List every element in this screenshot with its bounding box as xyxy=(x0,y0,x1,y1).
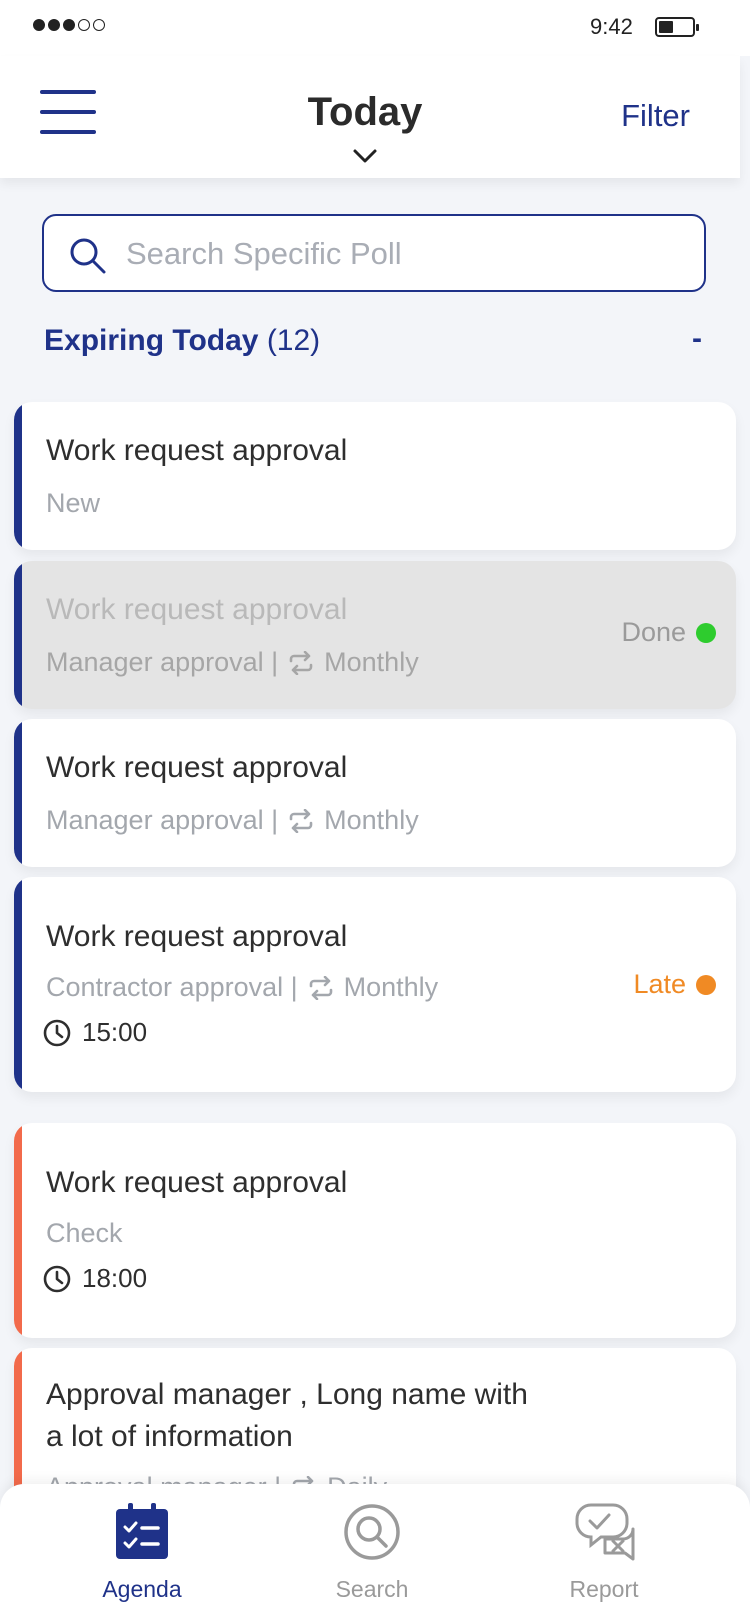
tab-search[interactable]: Search xyxy=(292,1500,452,1603)
card-accent-bar xyxy=(14,719,22,867)
card-title: Work request approval xyxy=(46,434,348,467)
card-recurrence: Monthly xyxy=(324,647,419,677)
card-time-text: 15:00 xyxy=(82,1017,148,1047)
status-dot xyxy=(696,622,716,643)
app-header: Today Filter xyxy=(0,56,740,178)
tab-label: Agenda xyxy=(102,1576,182,1602)
task-card-done[interactable]: Work request approval Manager approval |… xyxy=(14,561,736,709)
report-icon xyxy=(575,1503,635,1561)
task-card[interactable]: Work request approval Check 18:00 xyxy=(14,1123,736,1338)
search-input[interactable] xyxy=(126,230,686,278)
card-time: 18:00 xyxy=(42,1263,147,1294)
search-icon xyxy=(70,238,106,274)
card-time: 15:00 xyxy=(42,1017,147,1048)
status-badge: Done xyxy=(621,617,716,648)
card-subtitle: Check xyxy=(46,1218,123,1249)
tab-report[interactable]: Report xyxy=(524,1500,684,1603)
tab-agenda[interactable]: Agenda xyxy=(62,1500,222,1603)
status-label: Done xyxy=(621,617,686,647)
task-card-late[interactable]: Work request approval Contractor approva… xyxy=(14,877,736,1092)
signal-strength-icon xyxy=(33,19,105,31)
card-title: Work request approval xyxy=(46,1166,348,1199)
card-subtitle-text: New xyxy=(46,488,101,518)
section-title: Expiring Today xyxy=(44,324,259,357)
task-card[interactable]: Work request approval New xyxy=(14,402,736,550)
clock-icon xyxy=(43,1019,71,1046)
tab-label: Search xyxy=(335,1576,409,1602)
search-icon xyxy=(344,1504,400,1560)
agenda-icon xyxy=(116,1503,168,1559)
chevron-down-icon[interactable] xyxy=(352,146,378,166)
card-subtitle: Manager approval | Monthly xyxy=(46,805,419,836)
card-subtitle: Manager approval | Monthly xyxy=(46,647,419,678)
status-bar: 9:42 xyxy=(0,0,750,56)
card-title: Work request approval xyxy=(46,593,348,626)
filter-button[interactable]: Filter xyxy=(621,98,690,134)
card-title-line-1: Approval manager , Long name with xyxy=(46,1378,528,1411)
card-subtitle: Contractor approval | Monthly xyxy=(46,972,438,1003)
repeat-icon xyxy=(289,650,313,675)
bottom-tab-bar: Agenda Search Report xyxy=(0,1484,750,1624)
repeat-icon xyxy=(289,808,313,833)
card-accent-bar xyxy=(14,1123,22,1338)
card-subtitle-text: Manager approval | xyxy=(46,647,279,677)
tab-label: Report xyxy=(569,1576,639,1602)
task-card[interactable]: Work request approval Manager approval |… xyxy=(14,719,736,867)
card-subtitle: New xyxy=(46,488,100,519)
card-title-line-2: a lot of information xyxy=(46,1420,293,1453)
status-dot xyxy=(696,974,716,995)
collapse-section-button[interactable]: - xyxy=(692,322,702,356)
card-subtitle-text: Contractor approval | xyxy=(46,972,298,1002)
clock-icon xyxy=(43,1265,71,1292)
section-header: Expiring Today (12) xyxy=(44,324,320,358)
card-subtitle-text: Check xyxy=(46,1218,123,1248)
search-box[interactable] xyxy=(42,214,706,292)
card-title: Work request approval xyxy=(46,751,348,784)
card-accent-bar xyxy=(14,402,22,550)
section-count: (12) xyxy=(266,324,321,357)
card-recurrence: Monthly xyxy=(324,805,419,835)
card-title: Work request approval xyxy=(46,920,348,953)
status-label: Late xyxy=(633,969,686,999)
card-recurrence: Monthly xyxy=(343,972,439,1002)
card-time-text: 18:00 xyxy=(82,1263,148,1293)
status-time: 9:42 xyxy=(590,14,633,39)
card-accent-bar xyxy=(14,877,22,1092)
status-badge: Late xyxy=(633,969,716,1000)
battery-icon xyxy=(655,17,699,37)
repeat-icon xyxy=(309,975,332,1000)
card-accent-bar xyxy=(14,561,22,709)
card-subtitle-text: Manager approval | xyxy=(46,805,279,835)
